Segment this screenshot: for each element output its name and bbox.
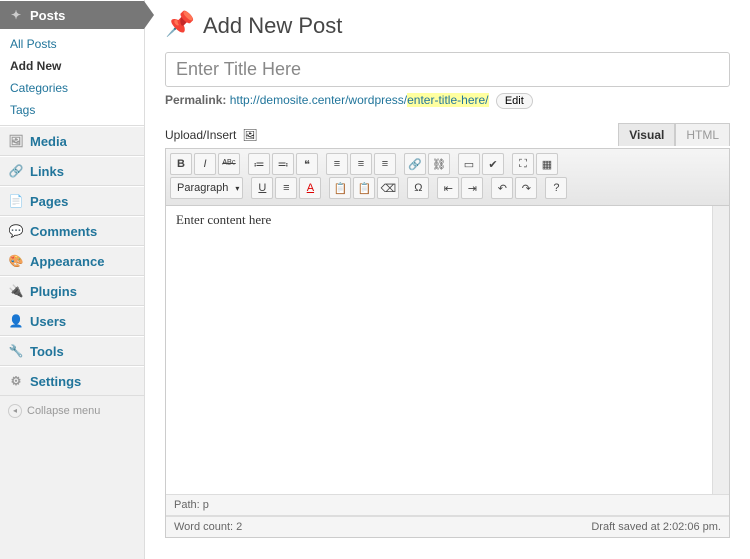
strike-button[interactable]: ᴬᴮᶜ <box>218 153 240 175</box>
permalink-row: Permalink: http://demosite.center/wordpr… <box>165 93 730 109</box>
number-list-button[interactable]: ≕ <box>272 153 294 175</box>
content-editor[interactable]: Enter content here <box>166 206 729 494</box>
help-button[interactable]: ? <box>545 177 567 199</box>
permalink-slug: enter-title-here/ <box>407 93 488 107</box>
menu-posts[interactable]: ✦ Posts <box>0 1 144 29</box>
underline-button[interactable]: U <box>251 177 273 199</box>
menu-links[interactable]: 🔗 Links <box>0 157 144 185</box>
bold-button[interactable]: B <box>170 153 192 175</box>
editor: B I ᴬᴮᶜ ≔ ≕ ❝ ≡ ≡ ≡ 🔗 ⛓ ▭ ✔ <box>165 148 730 538</box>
undo-button[interactable]: ↶ <box>491 177 513 199</box>
add-media-icon[interactable]: 🖼 <box>242 128 257 142</box>
format-select[interactable]: Paragraph <box>170 177 243 199</box>
menu-pages[interactable]: 📄 Pages <box>0 187 144 215</box>
redo-button[interactable]: ↷ <box>515 177 537 199</box>
indent-button[interactable]: ⇥ <box>461 177 483 199</box>
menu-label: Comments <box>30 224 97 239</box>
submenu-tags[interactable]: Tags <box>0 99 144 121</box>
menu-settings[interactable]: ⚙ Settings <box>0 367 144 395</box>
menu-tools[interactable]: 🔧 Tools <box>0 337 144 365</box>
submenu-posts: All Posts Add New Categories Tags <box>0 29 144 125</box>
pushpin-large-icon: 📌 <box>165 10 197 42</box>
collapse-menu[interactable]: ◂ Collapse menu <box>0 396 144 426</box>
page-title: 📌 Add New Post <box>165 10 730 42</box>
menu-comments[interactable]: 💬 Comments <box>0 217 144 245</box>
align-left-button[interactable]: ≡ <box>326 153 348 175</box>
text-color-button[interactable]: A <box>299 177 321 199</box>
editor-toolbar: B I ᴬᴮᶜ ≔ ≕ ❝ ≡ ≡ ≡ 🔗 ⛓ ▭ ✔ <box>166 149 729 206</box>
comment-icon: 💬 <box>8 223 24 239</box>
menu-label: Posts <box>30 8 65 23</box>
settings-icon: ⚙ <box>8 373 24 389</box>
menu-media[interactable]: 🖼 Media <box>0 127 144 155</box>
collapse-icon: ◂ <box>8 404 22 418</box>
path-display: Path: p <box>174 499 209 511</box>
upload-insert-label: Upload/Insert <box>165 128 236 142</box>
plugin-icon: 🔌 <box>8 283 24 299</box>
edit-permalink-button[interactable]: Edit <box>496 93 533 109</box>
special-char-button[interactable]: Ω <box>407 177 429 199</box>
kitchen-sink-button[interactable]: ▦ <box>536 153 558 175</box>
users-icon: 👤 <box>8 313 24 329</box>
menu-users[interactable]: 👤 Users <box>0 307 144 335</box>
draft-saved-status: Draft saved at 2:02:06 pm. <box>591 521 721 533</box>
main-content: 📌 Add New Post Permalink: http://demosit… <box>145 0 750 559</box>
menu-label: Users <box>30 314 66 329</box>
tools-icon: 🔧 <box>8 343 24 359</box>
menu-label: Media <box>30 134 67 149</box>
tab-visual[interactable]: Visual <box>618 123 675 146</box>
menu-label: Tools <box>30 344 64 359</box>
menu-appearance[interactable]: 🎨 Appearance <box>0 247 144 275</box>
menu-label: Settings <box>30 374 81 389</box>
submenu-categories[interactable]: Categories <box>0 77 144 99</box>
appearance-icon: 🎨 <box>8 253 24 269</box>
paste-text-button[interactable]: 📋 <box>329 177 351 199</box>
admin-sidebar: ✦ Posts All Posts Add New Categories Tag… <box>0 0 145 559</box>
fullscreen-button[interactable]: ⛶ <box>512 153 534 175</box>
menu-plugins[interactable]: 🔌 Plugins <box>0 277 144 305</box>
remove-format-button[interactable]: ⌫ <box>377 177 399 199</box>
more-tag-button[interactable]: ▭ <box>458 153 480 175</box>
paste-word-button[interactable]: 📋 <box>353 177 375 199</box>
page-icon: 📄 <box>8 193 24 209</box>
menu-label: Plugins <box>30 284 77 299</box>
align-center-button[interactable]: ≡ <box>350 153 372 175</box>
permalink-label: Permalink: <box>165 93 226 107</box>
blockquote-button[interactable]: ❝ <box>296 153 318 175</box>
align-right-button[interactable]: ≡ <box>374 153 396 175</box>
submenu-all-posts[interactable]: All Posts <box>0 33 144 55</box>
align-justify-button[interactable]: ≡ <box>275 177 297 199</box>
submenu-add-new[interactable]: Add New <box>0 55 144 77</box>
tab-html[interactable]: HTML <box>675 123 730 146</box>
unlink-button[interactable]: ⛓ <box>428 153 450 175</box>
collapse-label: Collapse menu <box>27 405 100 417</box>
word-count: Word count: 2 <box>174 521 242 533</box>
link-button[interactable]: 🔗 <box>404 153 426 175</box>
bullet-list-button[interactable]: ≔ <box>248 153 270 175</box>
post-title-input[interactable] <box>165 52 730 87</box>
permalink-base: http://demosite.center/wordpress/ <box>230 93 407 107</box>
menu-label: Pages <box>30 194 68 209</box>
outdent-button[interactable]: ⇤ <box>437 177 459 199</box>
menu-label: Links <box>30 164 64 179</box>
spellcheck-button[interactable]: ✔ <box>482 153 504 175</box>
link-icon: 🔗 <box>8 163 24 179</box>
italic-button[interactable]: I <box>194 153 216 175</box>
media-icon: 🖼 <box>8 133 24 149</box>
menu-label: Appearance <box>30 254 104 269</box>
pushpin-icon: ✦ <box>8 7 24 23</box>
